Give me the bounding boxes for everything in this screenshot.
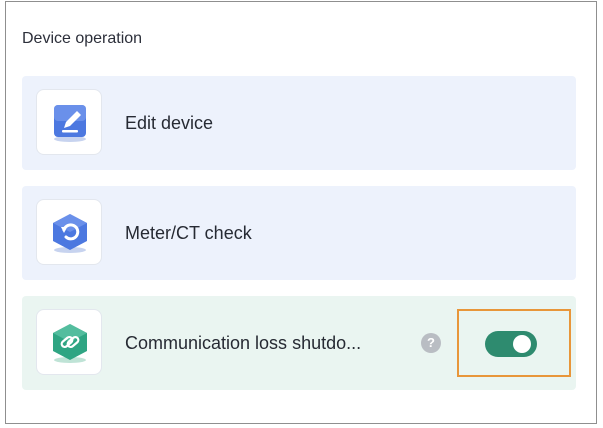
section-title: Device operation <box>22 30 143 47</box>
edit-device-icon-tile <box>36 89 102 155</box>
communication-loss-label: Communication loss shutdo... <box>125 333 362 353</box>
communication-loss-shutdown-toggle[interactable] <box>485 331 537 357</box>
link-hexagon-icon <box>53 324 87 363</box>
meter-ct-check-card[interactable]: Meter/CT check <box>22 186 576 280</box>
device-operation-panel: Device operation Edit device Meter/CT ch… <box>5 1 597 424</box>
help-icon[interactable]: ? <box>421 333 441 353</box>
toggle-knob <box>513 335 531 353</box>
toggle-highlight-frame <box>457 309 571 377</box>
communication-loss-shutdown-card: Communication loss shutdo... ? <box>22 296 576 390</box>
edit-device-label: Edit device <box>125 113 214 133</box>
meter-ct-check-label: Meter/CT check <box>125 223 252 243</box>
refresh-hexagon-icon <box>53 214 87 253</box>
edit-device-card[interactable]: Edit device <box>22 76 576 170</box>
communication-loss-icon-tile <box>36 309 102 375</box>
edit-icon <box>54 105 86 142</box>
meter-ct-check-icon-tile <box>36 199 102 265</box>
